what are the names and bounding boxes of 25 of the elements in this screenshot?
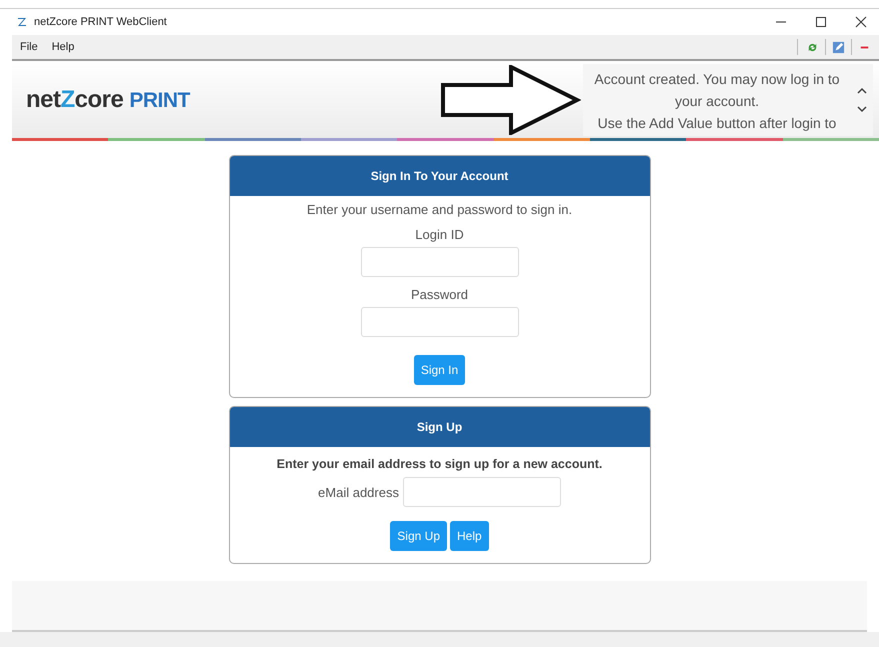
- maximize-icon[interactable]: [815, 16, 827, 28]
- app-icon: [16, 16, 28, 28]
- menu-item[interactable]: File: [20, 41, 38, 53]
- scroll-up-icon[interactable]: [857, 86, 867, 94]
- message-text: Use the Add Value button after login to: [598, 114, 836, 133]
- panel-title: Sign In To Your Account: [230, 156, 650, 196]
- email-field[interactable]: [402, 477, 561, 507]
- input-field[interactable]: [360, 307, 518, 337]
- field-label: Login ID: [415, 227, 464, 242]
- message-text: Account created. You may now log in to your account.: [593, 70, 841, 111]
- field-label: Password: [410, 287, 468, 302]
- close-icon[interactable]: [855, 16, 867, 28]
- field-label: eMail address: [318, 484, 399, 500]
- menu-item[interactable]: Help: [52, 41, 74, 53]
- panel-title: Sign Up: [230, 407, 650, 447]
- scroll-down-icon[interactable]: [857, 104, 867, 112]
- input-field[interactable]: [360, 247, 518, 277]
- sign-up-button[interactable]: Sign Up: [390, 521, 447, 551]
- instruction-text: Enter your email address to sign up for a new account.: [276, 457, 602, 471]
- window-title: netZcore PRINT WebClient: [34, 16, 167, 28]
- help-button[interactable]: Help: [450, 521, 489, 551]
- sign-in-button[interactable]: Sign In: [414, 355, 466, 385]
- instruction-text: Enter your username and password to sign in.: [306, 202, 572, 217]
- edit-icon[interactable]: [832, 40, 845, 54]
- logo: netZcore PRINT: [26, 86, 190, 114]
